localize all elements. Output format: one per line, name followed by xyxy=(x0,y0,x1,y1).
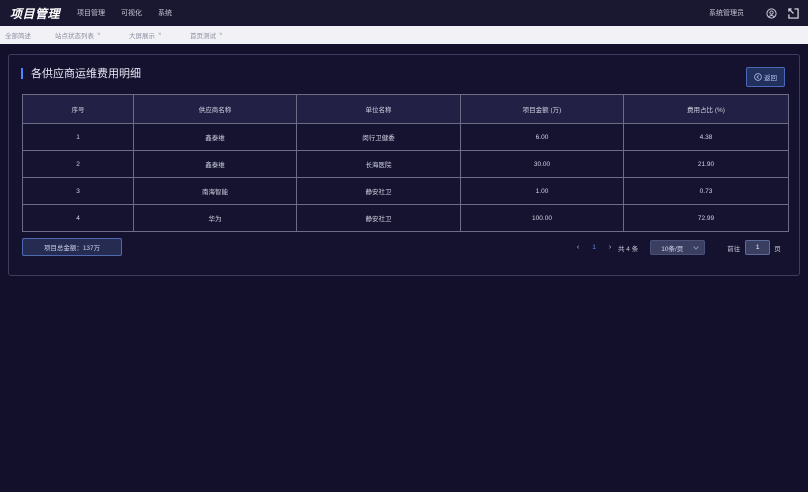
close-icon[interactable]: × xyxy=(219,32,223,38)
tab-label: 大屏展示 xyxy=(129,33,155,40)
cell-index: 3 xyxy=(22,177,134,205)
page-title: 各供应商运维费用明细 xyxy=(31,68,141,80)
cell-ratio: 4.38 xyxy=(623,123,789,151)
total-amount-badge: 项目总金额：137万 xyxy=(22,238,122,256)
next-page-button[interactable]: › xyxy=(604,244,616,251)
cell-unit: 闵行卫健委 xyxy=(296,123,461,151)
cell-unit: 静安社卫 xyxy=(296,177,461,205)
cell-ratio: 21.90 xyxy=(623,150,789,178)
column-header-index: 序号 xyxy=(22,94,134,124)
column-header-unit: 单位名称 xyxy=(296,94,461,124)
cell-index: 1 xyxy=(22,123,134,151)
table-header-row: 序号 供应商名称 单位名称 项目金额 (万) 费用占比 (%) xyxy=(22,94,789,124)
back-icon xyxy=(754,73,762,81)
total-count: 共 4 条 xyxy=(618,245,639,253)
cell-amount: 6.00 xyxy=(460,123,624,151)
cell-supplier: 华为 xyxy=(133,204,297,232)
column-header-supplier: 供应商名称 xyxy=(133,94,297,124)
cell-index: 4 xyxy=(22,204,134,232)
cell-amount: 30.00 xyxy=(460,150,624,178)
back-button[interactable]: 返回 xyxy=(746,67,785,87)
cell-ratio: 0.73 xyxy=(623,177,789,205)
tab-overview[interactable]: 全部简述 xyxy=(5,30,55,40)
top-bar: 项目管理 项目管理 可视化 系统 系统管理员 xyxy=(0,0,808,26)
title-accent-bar xyxy=(21,67,23,79)
tab-home-test[interactable]: 首页测试 × xyxy=(190,30,223,40)
pagination: ‹ 1 › 共 4 条 10条/页 前往 页 xyxy=(572,239,781,256)
cell-supplier: 南海智能 xyxy=(133,177,297,205)
tab-bar: 全部简述 站点状态列表 × 大屏展示 × 首页测试 × xyxy=(0,26,808,44)
cell-index: 2 xyxy=(22,150,134,178)
user-area: 系统管理员 xyxy=(709,0,800,26)
user-circle-icon[interactable] xyxy=(764,6,778,20)
page-unit-label: 页 xyxy=(774,245,781,253)
cell-amount: 100.00 xyxy=(460,204,624,232)
page-size-value: 10条/页 xyxy=(661,245,684,253)
close-icon[interactable]: × xyxy=(97,32,101,38)
cost-table: 序号 供应商名称 单位名称 项目金额 (万) 费用占比 (%) 1 鑫泰维 闵行… xyxy=(22,94,789,232)
cell-supplier: 鑫泰维 xyxy=(133,150,297,178)
back-button-label: 返回 xyxy=(764,75,777,82)
column-header-amount: 项目金额 (万) xyxy=(460,94,624,124)
cell-ratio: 72.99 xyxy=(623,204,789,232)
app-title: 项目管理 xyxy=(10,6,61,21)
cell-unit: 长海医院 xyxy=(296,150,461,178)
nav-item-system[interactable]: 系统 xyxy=(158,8,172,18)
cell-amount: 1.00 xyxy=(460,177,624,205)
table-row: 2 鑫泰维 长海医院 30.00 21.90 xyxy=(22,150,789,178)
user-name[interactable]: 系统管理员 xyxy=(709,8,744,18)
goto-label: 前往 xyxy=(727,245,741,253)
tab-label: 全部简述 xyxy=(5,33,31,40)
goto-page-input[interactable] xyxy=(745,240,771,255)
tab-site-status[interactable]: 站点状态列表 × xyxy=(55,30,129,40)
close-icon[interactable]: × xyxy=(158,32,162,38)
page-number-current[interactable]: 1 xyxy=(584,244,604,251)
nav-item-projects[interactable]: 项目管理 xyxy=(77,8,105,18)
exit-icon[interactable] xyxy=(786,6,800,20)
tab-label: 首页测试 xyxy=(190,33,216,40)
tab-big-screen[interactable]: 大屏展示 × xyxy=(129,30,190,40)
table-row: 4 华为 静安社卫 100.00 72.99 xyxy=(22,204,789,232)
column-header-ratio: 费用占比 (%) xyxy=(623,94,789,124)
page-size-select[interactable]: 10条/页 xyxy=(650,240,706,255)
prev-page-button[interactable]: ‹ xyxy=(572,244,584,251)
panel-header: 各供应商运维费用明细 xyxy=(21,66,141,80)
cell-unit: 静安社卫 xyxy=(296,204,461,232)
top-nav: 项目管理 可视化 系统 xyxy=(77,8,188,18)
table-row: 1 鑫泰维 闵行卫健委 6.00 4.38 xyxy=(22,123,789,151)
detail-panel: 各供应商运维费用明细 返回 序号 供应商名称 单位名称 项目金额 (万) 费用占… xyxy=(8,54,800,276)
chevron-down-icon xyxy=(693,245,700,250)
tab-label: 站点状态列表 xyxy=(55,33,94,40)
cell-supplier: 鑫泰维 xyxy=(133,123,297,151)
table-row: 3 南海智能 静安社卫 1.00 0.73 xyxy=(22,177,789,205)
nav-item-visualization[interactable]: 可视化 xyxy=(121,8,142,18)
